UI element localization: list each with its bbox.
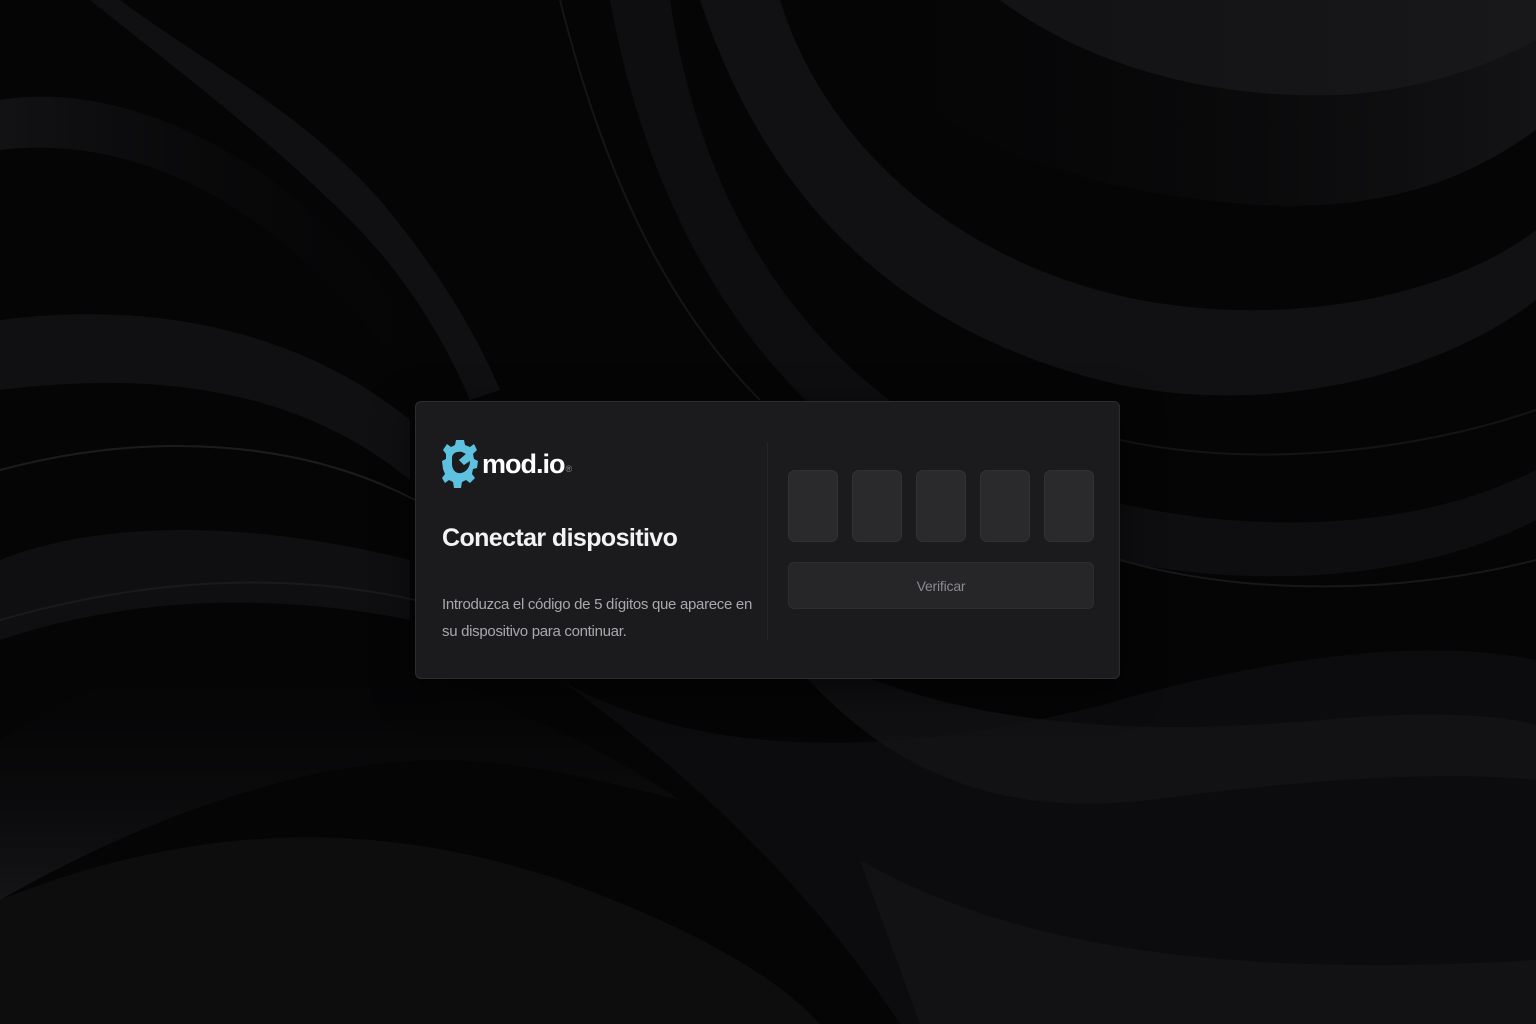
code-digit-1[interactable] — [788, 470, 838, 542]
code-input-group — [788, 470, 1094, 542]
connect-device-card: mod.io ® Conectar dispositivo Introduzca… — [415, 401, 1120, 679]
dialog-description: Introduzca el código de 5 dígitos que ap… — [442, 596, 752, 640]
modio-gear-icon — [442, 440, 478, 488]
code-digit-3[interactable] — [916, 470, 966, 542]
brand-name: mod.io — [482, 448, 565, 479]
verify-button[interactable]: Verificar — [788, 562, 1094, 609]
panel-divider — [767, 442, 768, 640]
modio-logo: mod.io ® — [442, 438, 762, 490]
code-digit-2[interactable] — [852, 470, 902, 542]
code-digit-5[interactable] — [1044, 470, 1094, 542]
code-digit-4[interactable] — [980, 470, 1030, 542]
code-entry-panel: Verificar — [788, 470, 1094, 609]
dialog-title: Conectar dispositivo — [442, 524, 678, 552]
info-panel: mod.io ® Conectar dispositivo Introduzca… — [442, 438, 762, 640]
trademark-mark: ® — [565, 464, 573, 474]
